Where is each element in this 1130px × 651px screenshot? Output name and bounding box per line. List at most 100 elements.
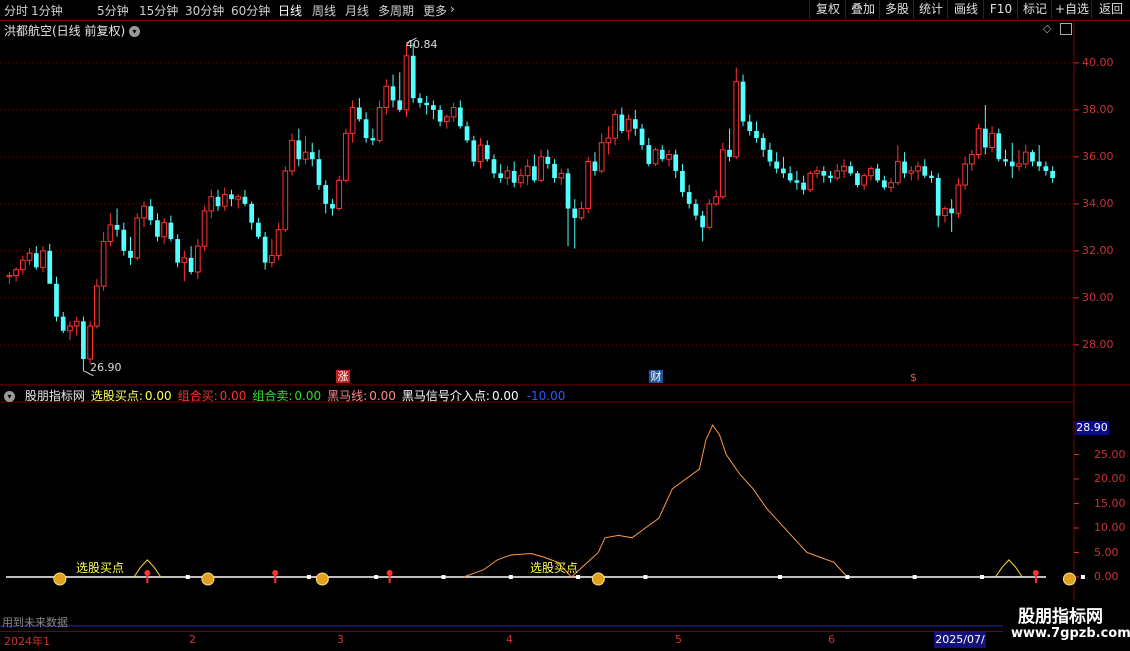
- signal-dot: [374, 575, 379, 579]
- candle-body: [60, 316, 66, 331]
- candle-body: [336, 179, 343, 210]
- candle-body: [1003, 159, 1008, 162]
- candle-body: [861, 175, 868, 186]
- y-tick-label: 34.00: [1082, 196, 1114, 210]
- candle-body: [457, 107, 463, 127]
- candle-body: [390, 86, 396, 101]
- indicator-legend-item: -10.00: [525, 389, 566, 403]
- candle-body: [646, 145, 652, 164]
- indicator-label: 选股买点:: [90, 389, 143, 403]
- indicator-label: 黑马线:: [327, 389, 368, 403]
- month-label: 3: [337, 633, 344, 646]
- candle-body: [908, 170, 915, 174]
- candle-body: [19, 259, 26, 271]
- candle-body: [403, 55, 410, 111]
- candle-body: [168, 222, 174, 240]
- month-label: 2: [189, 633, 196, 646]
- signal-dot: [1080, 575, 1085, 579]
- candle-body: [592, 161, 598, 171]
- signal-dot: [643, 575, 648, 579]
- candle-body: [955, 184, 962, 214]
- signal-dot: [778, 575, 783, 579]
- candle-body: [134, 217, 141, 259]
- indicator-legend-item: 组合买: 0.00: [178, 389, 247, 403]
- end-date-label: 2025/07/: [934, 632, 986, 648]
- candle-body: [309, 152, 315, 160]
- candle-body: [942, 208, 948, 217]
- event-badge-finance[interactable]: 财: [649, 370, 663, 383]
- candle-body: [477, 144, 484, 163]
- y-tick-label: 32.00: [1082, 243, 1114, 257]
- candle-body: [40, 250, 46, 268]
- y-tick-label: 28.00: [1082, 337, 1114, 351]
- candle-body: [235, 196, 242, 200]
- candle-body: [289, 139, 295, 172]
- candle-body: [330, 203, 335, 209]
- money-bag-icon: [591, 572, 605, 586]
- indicator-legend-item: 黑马线: 0.00: [327, 389, 396, 403]
- candle-body: [706, 203, 713, 228]
- y-tick-label: 0.00: [1094, 570, 1119, 583]
- signal-dot: [306, 575, 311, 579]
- indicator-value: 0.00: [369, 389, 396, 403]
- candle-body: [431, 105, 436, 110]
- candle-body: [888, 182, 894, 188]
- candle-body: [383, 85, 390, 108]
- chevron-down-icon[interactable]: ▾: [4, 391, 15, 402]
- candle-body: [6, 275, 13, 278]
- candle-body: [370, 138, 376, 141]
- candle-body: [639, 128, 645, 146]
- candle-body: [349, 107, 356, 134]
- indicator-value: 0.00: [144, 389, 172, 403]
- candle-body: [343, 132, 349, 181]
- y-tick-label: 40.00: [1082, 55, 1114, 69]
- candle-body: [484, 145, 490, 160]
- indicator-value: -10.00: [526, 389, 566, 403]
- candle-body: [935, 178, 941, 216]
- indicator-label: 黑马信号介入点:: [401, 389, 490, 403]
- candle-body: [922, 166, 928, 176]
- candle-body: [363, 119, 369, 139]
- candle-body: [700, 215, 705, 228]
- candle-body: [680, 170, 685, 193]
- candle-body: [410, 55, 416, 99]
- y-tick-label: 10.00: [1094, 521, 1126, 534]
- candle-body: [256, 222, 261, 237]
- high-price-label: 40.84: [406, 38, 438, 51]
- candle-body: [282, 170, 289, 231]
- candle-body: [659, 149, 665, 160]
- red-signal-pin-head: [144, 570, 151, 576]
- candle-body: [902, 161, 907, 174]
- candle-body: [450, 107, 457, 118]
- candle-body: [491, 159, 497, 174]
- candle-body: [855, 173, 860, 186]
- candle-body: [81, 321, 86, 359]
- candle-body: [619, 114, 625, 131]
- money-bag-icon: [201, 572, 215, 586]
- y-tick-label: 30.00: [1082, 290, 1114, 304]
- candle-body: [215, 196, 221, 207]
- event-badge-rise[interactable]: 涨: [336, 370, 350, 383]
- candle-body: [652, 149, 659, 165]
- candle-body: [1022, 151, 1029, 165]
- candle-body: [875, 168, 880, 181]
- event-badge-dividend[interactable]: $: [910, 371, 917, 384]
- candle-body: [538, 156, 544, 181]
- candle-body: [181, 257, 188, 264]
- candle-body: [87, 325, 93, 360]
- candle-body: [868, 168, 874, 177]
- candle-body: [249, 203, 255, 223]
- watermark: 股朋指标网 www.7gpzb.com: [1003, 600, 1130, 650]
- candle-body: [524, 165, 531, 177]
- month-label: 2024年1: [4, 635, 50, 648]
- candle-body: [229, 194, 234, 200]
- candle-body: [357, 107, 362, 120]
- candle-body: [915, 165, 921, 172]
- candle-body: [121, 229, 127, 251]
- indicator-legend-item: 组合卖: 0.00: [252, 389, 321, 403]
- candle-body: [275, 229, 282, 257]
- candle-body: [605, 137, 612, 144]
- indicator-value: 0.00: [491, 389, 519, 403]
- candle-body: [612, 114, 618, 139]
- candle-body: [471, 140, 477, 162]
